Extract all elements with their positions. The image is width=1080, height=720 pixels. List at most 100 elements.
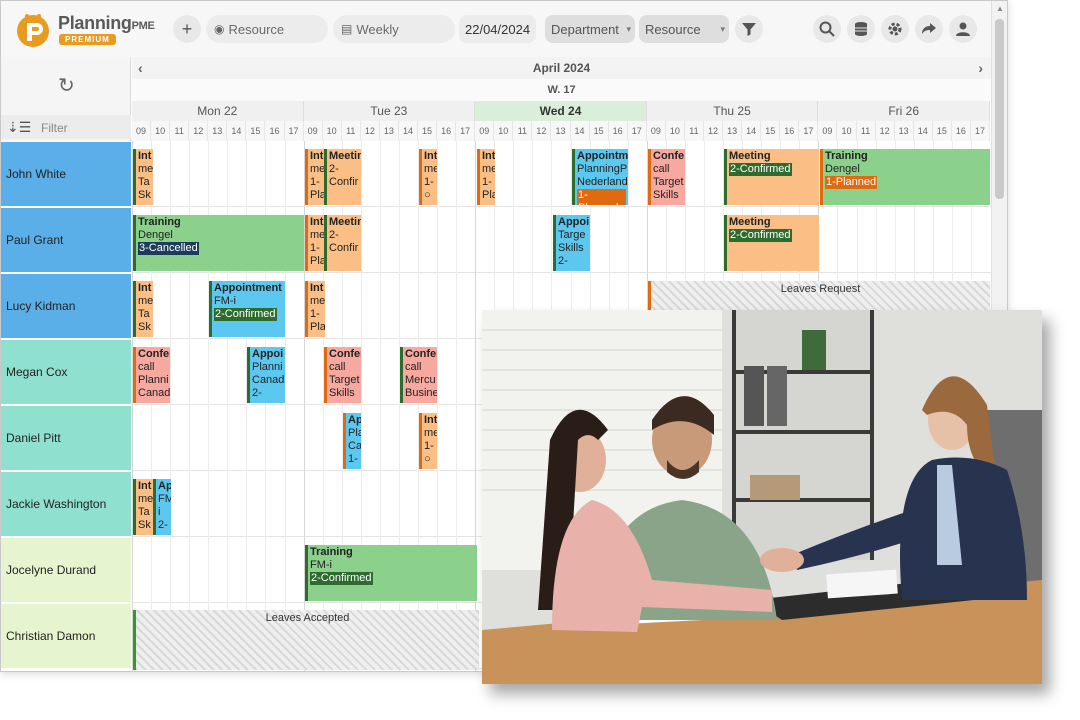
resource-name: Christian Damon (6, 629, 96, 643)
event-block[interactable]: AppointmPlanningPNederland1-Planned (572, 149, 628, 205)
event-text: Int (424, 150, 437, 162)
hour-header: 17 (456, 121, 476, 141)
event-block[interactable]: Intme1-Pla (305, 215, 325, 271)
filter-button[interactable] (735, 15, 763, 43)
next-arrow-icon[interactable]: › (978, 57, 983, 79)
hour-header: 09 (132, 121, 152, 141)
event-text: Target (329, 374, 360, 386)
resource-row[interactable]: Christian Damon (1, 604, 131, 669)
resource-row[interactable]: Lucy Kidman (1, 274, 131, 339)
event-text: 1- (424, 176, 434, 188)
event-text: me (138, 493, 153, 505)
event-text: Mercu (405, 374, 436, 386)
event-text: 1-Planned (577, 189, 626, 205)
event-text: FM-i (310, 559, 332, 571)
event-block[interactable]: Confer call Mercu Busine (400, 347, 437, 403)
event-text: Confer (329, 348, 361, 360)
resource-row[interactable]: Jocelyne Durand (1, 538, 131, 603)
event-block[interactable]: Appoi Planni Canad 2- (247, 347, 285, 403)
event-block[interactable]: Intme1-Pla (305, 281, 325, 337)
resource-search-field[interactable]: ◉ Resource (206, 15, 328, 43)
event-text: Sk (138, 519, 151, 531)
hour-header: 12 (875, 121, 895, 141)
event-block[interactable]: Training Dengel 3-Cancelled (133, 215, 304, 271)
event-text: Ta (138, 176, 150, 188)
resource-row[interactable]: John White (1, 142, 131, 207)
hour-header: 11 (170, 121, 190, 141)
event-block[interactable]: Meetin 2- Confir (324, 149, 361, 205)
event-block[interactable]: Intme1-○ (419, 413, 437, 469)
event-block[interactable]: Appoi Targe Skills 2- (553, 215, 590, 271)
sort-icon[interactable]: ⇣☰ (7, 119, 31, 136)
event-block[interactable]: Training Dengel 1-Planned (820, 149, 990, 205)
event-block[interactable]: Int me Ta Sk (133, 479, 153, 535)
hour-header: 13 (379, 121, 399, 141)
database-button[interactable] (847, 15, 875, 43)
hour-header: 16 (437, 121, 457, 141)
hour-header: 17 (970, 121, 990, 141)
chevron-down-icon: ▾ (720, 23, 725, 34)
search-button[interactable] (813, 15, 841, 43)
event-text: FM-i (214, 295, 236, 307)
event-text: Training (310, 546, 353, 558)
event-text: Busine (405, 387, 437, 399)
hour-header: 09 (646, 121, 666, 141)
event-text: Targe (558, 229, 586, 241)
event-text: call (329, 361, 346, 373)
event-block[interactable]: ApFMi2- (153, 479, 171, 535)
event-text: 2-Confirmed (729, 229, 792, 242)
event-text: 2- (329, 229, 339, 241)
event-text: me (482, 163, 495, 175)
event-text: Int (310, 150, 324, 162)
event-block[interactable]: Appointment FM-i 2-Confirmed (209, 281, 285, 337)
share-button[interactable] (915, 15, 943, 43)
leave-block[interactable]: Leaves Accepted (133, 610, 479, 670)
event-block[interactable]: Confe call Target Skills (648, 149, 685, 205)
event-block[interactable]: Training FM-i 2-Confirmed (305, 545, 477, 601)
resource-row[interactable]: Paul Grant (1, 208, 131, 273)
user-button[interactable] (949, 15, 977, 43)
filter-placeholder: Filter (41, 121, 68, 135)
hour-header: 15 (589, 121, 609, 141)
day-header: Fri 26 (818, 101, 990, 121)
event-block[interactable]: Meeting 2-Confirmed (724, 215, 819, 271)
refresh-icon[interactable]: ↻ (58, 73, 75, 98)
prev-arrow-icon[interactable]: ‹ (138, 57, 143, 79)
hour-header: 15 (418, 121, 438, 141)
event-text: 2- (329, 163, 339, 175)
event-block[interactable]: Intme1-Pla (305, 149, 325, 205)
event-block[interactable]: Int me Ta Sk (133, 281, 153, 337)
hour-header: 10 (665, 121, 685, 141)
day-header: Tue 23 (303, 101, 476, 121)
resource-row[interactable]: Megan Cox (1, 340, 131, 405)
event-block[interactable]: ApPlaCa1- (343, 413, 361, 469)
event-block[interactable]: Int me Ta Sk (133, 149, 153, 205)
resource-name: Jocelyne Durand (6, 563, 97, 577)
resource-row[interactable]: Jackie Washington (1, 472, 131, 537)
event-block[interactable]: Confer call Target Skills (324, 347, 361, 403)
database-icon (855, 22, 867, 36)
hour-header: 17 (799, 121, 819, 141)
event-block[interactable]: Confer call Planni Canad (133, 347, 170, 403)
event-text: 1- (348, 453, 358, 465)
resource-select[interactable]: Resource ▾ (639, 15, 729, 43)
event-text: Confir (329, 242, 359, 254)
resource-row[interactable]: Daniel Pitt (1, 406, 131, 471)
day-header: Wed 24 (475, 101, 647, 121)
settings-button[interactable] (881, 15, 909, 43)
hour-header: 17 (627, 121, 647, 141)
scroll-thumb[interactable] (995, 19, 1004, 199)
view-select[interactable]: ▤ Weekly (333, 15, 455, 43)
department-select[interactable]: Department ▾ (545, 15, 635, 43)
hour-header: 15 (932, 121, 952, 141)
date-field[interactable]: 22/04/2024 (459, 15, 537, 43)
event-block[interactable]: Intme1-Pla (477, 149, 495, 205)
scroll-up-icon[interactable]: ▲ (996, 4, 1004, 13)
hour-header: 10 (494, 121, 514, 141)
event-block[interactable]: Intme1-○ (419, 149, 437, 205)
resource-name: Megan Cox (6, 365, 68, 379)
event-block[interactable]: Meeting 2-Confirmed (724, 149, 819, 205)
event-block[interactable]: Meetin 2- Confir (324, 215, 361, 271)
add-button[interactable]: + (173, 15, 201, 43)
event-text: Sk (138, 321, 151, 333)
